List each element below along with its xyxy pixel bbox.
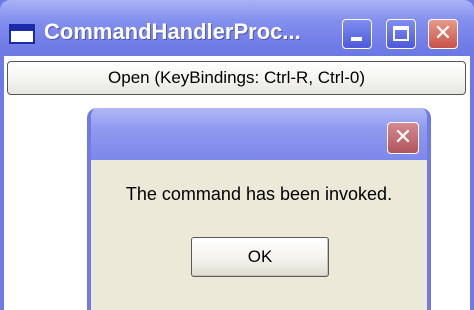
maximize-icon [393,26,409,41]
close-button[interactable]: ✕ [428,19,458,49]
close-icon: ✕ [433,21,453,46]
minimize-button[interactable] [342,19,372,49]
window-icon [9,24,35,44]
main-titlebar[interactable]: CommandHandlerProc... ✕ [0,0,474,56]
message-box-dialog: ✕ The command has been invoked. OK [87,108,431,310]
close-icon: ✕ [393,125,413,150]
open-button[interactable]: Open (KeyBindings: Ctrl-R, Ctrl-0) [7,61,466,95]
window-title: CommandHandlerProc... [44,19,301,44]
message-box-close-button[interactable]: ✕ [387,122,419,154]
maximize-button[interactable] [386,19,416,49]
message-text: The command has been invoked. [125,184,393,204]
ok-button[interactable]: OK [191,237,329,277]
message-box-titlebar[interactable]: ✕ [91,108,427,160]
minimize-icon [351,37,362,41]
